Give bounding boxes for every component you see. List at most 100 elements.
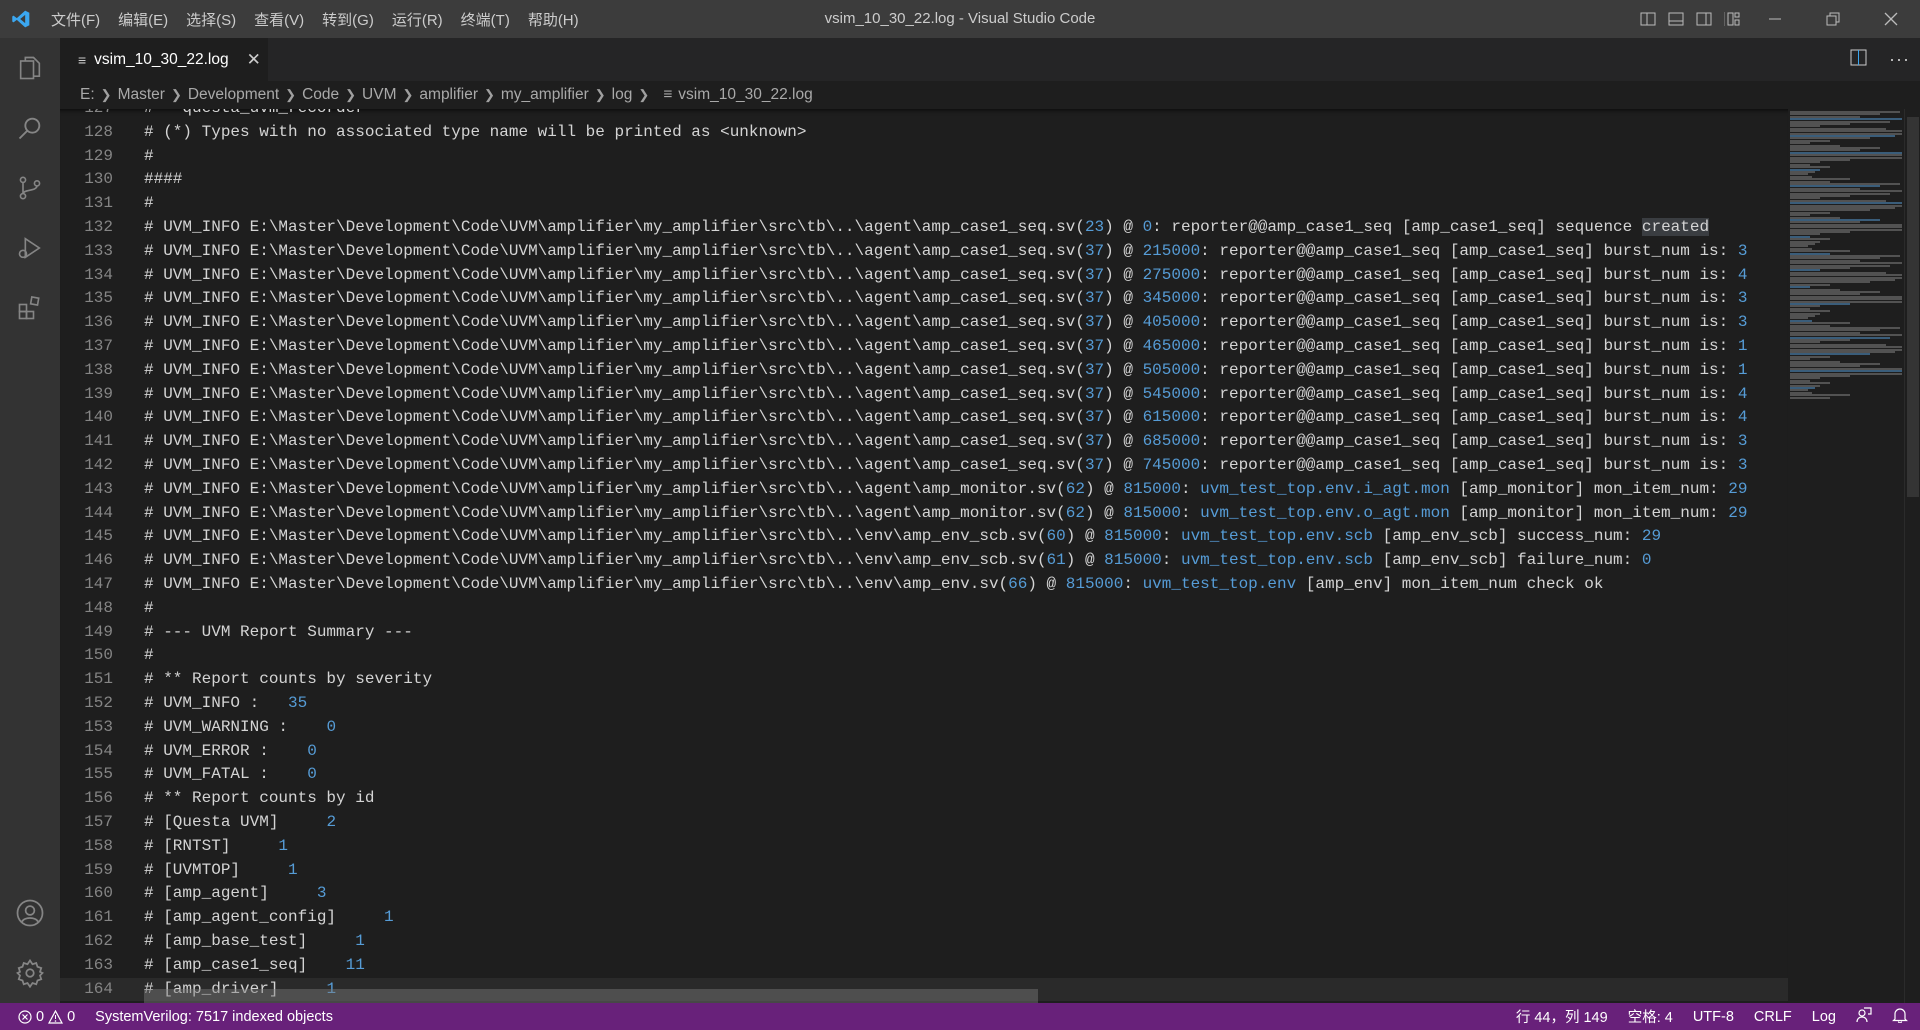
language-mode[interactable]: Log bbox=[1812, 1009, 1836, 1025]
breadcrumb-item[interactable]: my_amplifier bbox=[501, 86, 589, 104]
menu-run[interactable]: 运行(R) bbox=[383, 9, 452, 30]
code-line[interactable]: 127 # questa_uvm_recorder bbox=[60, 109, 1788, 121]
cursor-position[interactable]: 行 44，列 149 bbox=[1516, 1006, 1608, 1027]
code-line[interactable]: 159 # [UVMTOP] 1 bbox=[60, 859, 1788, 883]
code-line[interactable]: 143 # UVM_INFO E:\Master\Development\Code… bbox=[60, 478, 1788, 502]
code-line[interactable]: 151 # ** Report counts by severity bbox=[60, 668, 1788, 692]
highlighted-value: 3 bbox=[1737, 432, 1748, 451]
encoding[interactable]: UTF-8 bbox=[1693, 1009, 1734, 1025]
minimize-button[interactable] bbox=[1746, 0, 1804, 38]
file-lines-icon: ≡ bbox=[663, 86, 673, 103]
code-line[interactable]: 131 # bbox=[60, 192, 1788, 216]
breadcrumb-item[interactable]: log bbox=[612, 86, 633, 104]
log-text: # UVM_INFO E:\Master\Development\Code\UV… bbox=[144, 527, 1047, 546]
account-icon[interactable] bbox=[0, 883, 60, 943]
code-line[interactable]: 162 # [amp_base_test] 1 bbox=[60, 930, 1788, 954]
highlighted-value: 3 bbox=[1737, 241, 1748, 260]
code-line[interactable]: 141 # UVM_INFO E:\Master\Development\Code… bbox=[60, 430, 1788, 454]
code-line[interactable]: 148 # bbox=[60, 597, 1788, 621]
code-line[interactable]: 135 # UVM_INFO E:\Master\Development\Code… bbox=[60, 287, 1788, 311]
breadcrumb-item[interactable]: Development bbox=[188, 86, 279, 104]
close-window-button[interactable] bbox=[1862, 0, 1920, 38]
customize-layout-icon[interactable] bbox=[1718, 0, 1746, 38]
line-ending[interactable]: CRLF bbox=[1754, 1009, 1792, 1025]
code-line[interactable]: 160 # [amp_agent] 3 bbox=[60, 882, 1788, 906]
code-line[interactable]: 145 # UVM_INFO E:\Master\Development\Code… bbox=[60, 525, 1788, 549]
highlighted-value: 1 bbox=[355, 932, 365, 950]
notifications-bell-icon[interactable] bbox=[1892, 1007, 1908, 1027]
run-debug-icon[interactable] bbox=[0, 218, 60, 278]
search-icon[interactable] bbox=[0, 98, 60, 158]
line-number: 148 bbox=[84, 598, 113, 617]
code-line[interactable]: 150 # bbox=[60, 644, 1788, 668]
toggle-panel-icon[interactable] bbox=[1662, 0, 1690, 38]
indentation[interactable]: 空格: 4 bbox=[1628, 1006, 1673, 1027]
menu-terminal[interactable]: 终端(T) bbox=[452, 9, 519, 30]
source-control-icon[interactable] bbox=[0, 158, 60, 218]
tab-vsim-log[interactable]: ≡ vsim_10_30_22.log ✕ bbox=[60, 38, 268, 81]
code-line[interactable]: 134 # UVM_INFO E:\Master\Development\Code… bbox=[60, 264, 1788, 288]
code-line[interactable]: 149 # --- UVM Report Summary --- bbox=[60, 621, 1788, 645]
code-line[interactable]: 157 # [Questa UVM] 2 bbox=[60, 811, 1788, 835]
code-line[interactable]: 137 # UVM_INFO E:\Master\Development\Code… bbox=[60, 335, 1788, 359]
breadcrumb-item[interactable]: UVM bbox=[362, 86, 396, 104]
menu-go[interactable]: 转到(G) bbox=[313, 9, 383, 30]
log-text: # ** Report counts by id bbox=[144, 789, 375, 808]
line-number: 131 bbox=[84, 194, 113, 213]
code-line[interactable]: 154 # UVM_ERROR : 0 bbox=[60, 740, 1788, 764]
settings-gear-icon[interactable] bbox=[0, 943, 60, 1003]
log-text: # UVM_INFO E:\Master\Development\Code\UV… bbox=[144, 408, 1085, 427]
horizontal-scrollbar-thumb[interactable] bbox=[144, 989, 1038, 1003]
code-line[interactable]: 140 # UVM_INFO E:\Master\Development\Code… bbox=[60, 406, 1788, 430]
indexer-status[interactable]: SystemVerilog: 7517 indexed objects bbox=[95, 1009, 333, 1025]
code-line[interactable]: 130 #### bbox=[60, 168, 1788, 192]
menu-edit[interactable]: 编辑(E) bbox=[109, 9, 177, 30]
code-line[interactable]: 153 # UVM_WARNING : 0 bbox=[60, 716, 1788, 740]
breadcrumb-item[interactable]: Code bbox=[302, 86, 339, 104]
highlighted-value: 815000 bbox=[1104, 551, 1162, 570]
menu-selection[interactable]: 选择(S) bbox=[177, 9, 245, 30]
code-line[interactable]: 128 # (*) Types with no associated type n… bbox=[60, 121, 1788, 145]
code-line[interactable]: 158 # [RNTST] 1 bbox=[60, 835, 1788, 859]
split-editor-icon[interactable] bbox=[1850, 49, 1867, 71]
code-line[interactable]: 161 # [amp_agent_config] 1 bbox=[60, 906, 1788, 930]
highlighted-value: 0 bbox=[307, 765, 317, 784]
restore-button[interactable] bbox=[1804, 0, 1862, 38]
explorer-icon[interactable] bbox=[0, 38, 60, 98]
errors-status[interactable]: 0 0 bbox=[18, 1009, 75, 1025]
code-line[interactable]: 133 # UVM_INFO E:\Master\Development\Code… bbox=[60, 240, 1788, 264]
code-line[interactable]: 142 # UVM_INFO E:\Master\Development\Code… bbox=[60, 454, 1788, 478]
menu-file[interactable]: 文件(F) bbox=[42, 9, 109, 30]
code-line[interactable]: 163 # [amp_case1_seq] 11 bbox=[60, 954, 1788, 978]
minimap[interactable] bbox=[1788, 109, 1904, 1003]
highlighted-value: 345000 bbox=[1142, 289, 1201, 308]
code-line[interactable]: 129 # bbox=[60, 145, 1788, 169]
code-line[interactable]: 132 # UVM_INFO E:\Master\Development\Code… bbox=[60, 216, 1788, 240]
code-line[interactable]: 136 # UVM_INFO E:\Master\Development\Code… bbox=[60, 311, 1788, 335]
feedback-icon[interactable] bbox=[1856, 1006, 1872, 1027]
breadcrumb-item[interactable]: Master bbox=[118, 86, 165, 104]
editor-text-area[interactable]: 164 # [amp_driver] 1 163 # [amp_case1_seq] … bbox=[60, 109, 1788, 1003]
menu-help[interactable]: 帮助(H) bbox=[519, 9, 588, 30]
code-line[interactable]: 152 # UVM_INFO : 35 bbox=[60, 692, 1788, 716]
code-line[interactable]: 146 # UVM_INFO E:\Master\Development\Code… bbox=[60, 549, 1788, 573]
breadcrumb-item[interactable]: amplifier bbox=[419, 86, 478, 104]
code-line[interactable]: 156 # ** Report counts by id bbox=[60, 787, 1788, 811]
toggle-secondary-sidebar-icon[interactable] bbox=[1690, 0, 1718, 38]
code-line[interactable]: 138 # UVM_INFO E:\Master\Development\Code… bbox=[60, 359, 1788, 383]
vertical-scrollbar-thumb[interactable] bbox=[1907, 117, 1919, 497]
code-line[interactable]: 144 # UVM_INFO E:\Master\Development\Code… bbox=[60, 502, 1788, 526]
close-tab-icon[interactable]: ✕ bbox=[247, 50, 261, 70]
extensions-icon[interactable] bbox=[0, 278, 60, 338]
code-line[interactable]: 139 # UVM_INFO E:\Master\Development\Code… bbox=[60, 383, 1788, 407]
line-text: # --- UVM Report Summary --- bbox=[144, 621, 413, 645]
more-actions-icon[interactable]: ··· bbox=[1889, 49, 1910, 70]
code-line[interactable]: 155 # UVM_FATAL : 0 bbox=[60, 763, 1788, 787]
breadcrumb-item[interactable]: vsim_10_30_22.log bbox=[678, 86, 812, 104]
breadcrumb-item[interactable]: E: bbox=[80, 86, 95, 104]
menu-view[interactable]: 查看(V) bbox=[245, 9, 313, 30]
warning-icon bbox=[48, 1009, 64, 1024]
toggle-primary-sidebar-icon[interactable] bbox=[1634, 0, 1662, 38]
vertical-scrollbar[interactable] bbox=[1904, 109, 1920, 1003]
code-line[interactable]: 147 # UVM_INFO E:\Master\Development\Code… bbox=[60, 573, 1788, 597]
